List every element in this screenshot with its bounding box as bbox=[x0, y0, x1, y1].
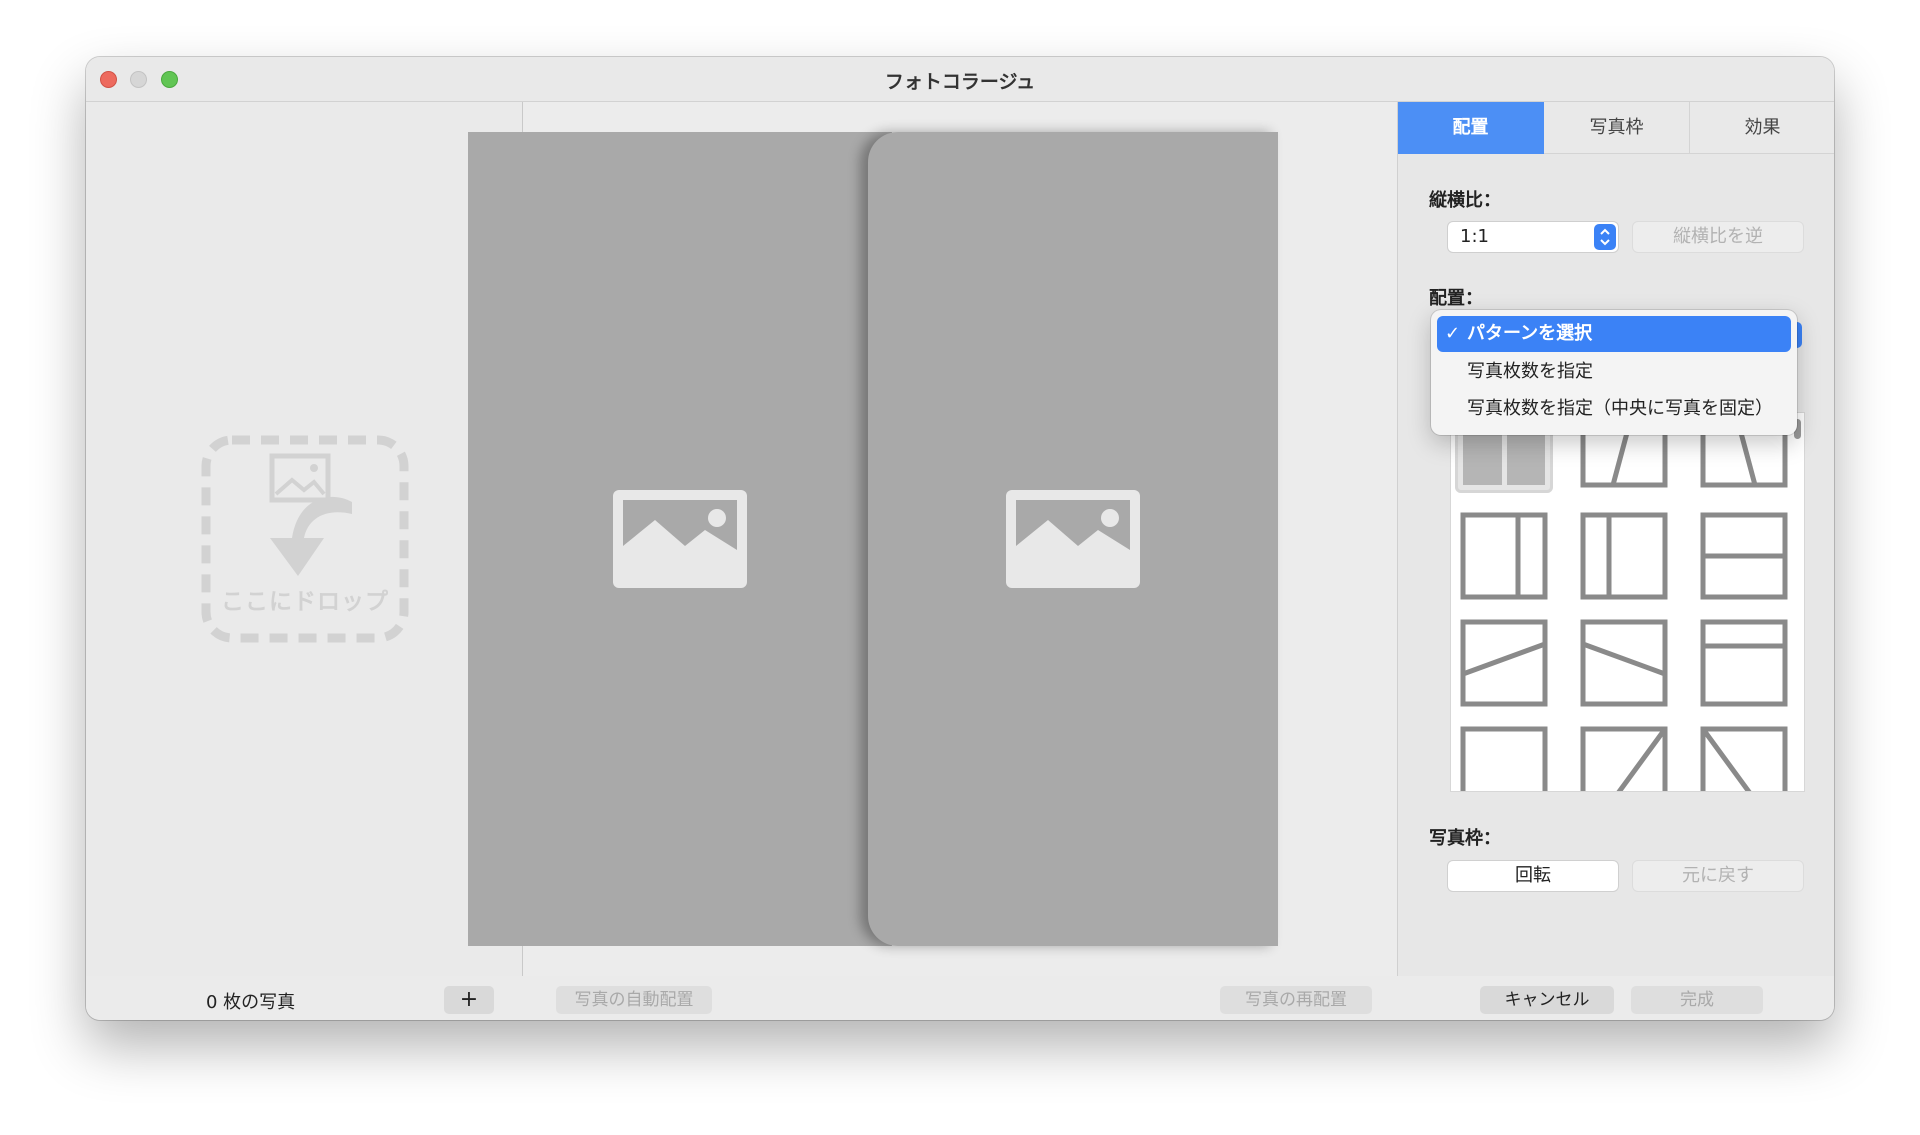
photo-slot-2[interactable] bbox=[868, 132, 1278, 946]
layout-option-photo-count[interactable]: 写真枚数を指定 bbox=[1437, 354, 1791, 390]
done-button[interactable]: 完成 bbox=[1631, 986, 1763, 1014]
pattern-single[interactable] bbox=[1455, 725, 1553, 791]
pattern-slant-down[interactable] bbox=[1575, 618, 1673, 716]
photo-list-panel[interactable]: ここにドロップ bbox=[86, 102, 523, 977]
aspect-select[interactable]: 1:1 bbox=[1447, 221, 1619, 253]
pattern-corner-diagonal-left[interactable] bbox=[1695, 725, 1793, 791]
rearrange-button[interactable]: 写真の再配置 bbox=[1220, 986, 1372, 1014]
layout-label: 配置： bbox=[1429, 288, 1483, 309]
window-title: フォトコラージュ bbox=[884, 71, 1036, 93]
pattern-vertical-right[interactable] bbox=[1455, 511, 1553, 609]
tab-effects[interactable]: 効果 bbox=[1690, 102, 1834, 154]
rotate-button[interactable]: 回転 bbox=[1447, 860, 1619, 892]
title-bar: フォトコラージュ bbox=[86, 57, 1834, 102]
pattern-vertical-left[interactable] bbox=[1575, 511, 1673, 609]
add-photo-button[interactable]: + bbox=[444, 986, 494, 1014]
drop-label: ここにドロップ bbox=[221, 589, 389, 615]
layout-option-label: 写真枚数を指定 bbox=[1467, 361, 1593, 382]
image-placeholder-icon bbox=[613, 490, 747, 588]
cancel-button[interactable]: キャンセル bbox=[1480, 986, 1614, 1014]
layout-option-label: パターンを選択 bbox=[1467, 323, 1593, 344]
frame-label: 写真枠： bbox=[1429, 828, 1501, 849]
settings-tabs: 配置 写真枠 効果 bbox=[1398, 102, 1834, 154]
auto-arrange-button[interactable]: 写真の自動配置 bbox=[556, 986, 712, 1014]
reset-frame-button[interactable]: 元に戻す bbox=[1632, 860, 1804, 892]
photo-count: 0 枚の写真 bbox=[206, 992, 296, 1013]
tab-layout[interactable]: 配置 bbox=[1398, 102, 1544, 154]
tab-frame[interactable]: 写真枠 bbox=[1544, 102, 1690, 154]
pattern-horizontal-top[interactable] bbox=[1695, 618, 1793, 716]
select-stepper-icon bbox=[1594, 224, 1616, 250]
layout-option-pattern[interactable]: ✓ パターンを選択 bbox=[1437, 316, 1791, 352]
drop-zone[interactable]: ここにドロップ bbox=[200, 434, 410, 644]
aspect-label: 縦横比： bbox=[1429, 190, 1501, 211]
pattern-horizontal-middle[interactable] bbox=[1695, 511, 1793, 609]
pattern-grid[interactable] bbox=[1450, 412, 1805, 792]
pattern-corner-diagonal-right[interactable] bbox=[1575, 725, 1673, 791]
aspect-value: 1:1 bbox=[1460, 226, 1489, 247]
layout-dropdown-menu[interactable]: ✓ パターンを選択 写真枚数を指定 写真枚数を指定（中央に写真を固定） bbox=[1431, 310, 1797, 435]
photo-slot-1[interactable] bbox=[468, 132, 892, 946]
bottom-bar: 0 枚の写真 + 写真の自動配置 写真の再配置 キャンセル 完成 bbox=[86, 976, 1834, 1020]
layout-option-photo-count-center[interactable]: 写真枚数を指定（中央に写真を固定） bbox=[1437, 391, 1791, 427]
image-placeholder-icon bbox=[1006, 490, 1140, 588]
pattern-slant-up[interactable] bbox=[1455, 618, 1553, 716]
layout-option-label: 写真枚数を指定（中央に写真を固定） bbox=[1467, 398, 1773, 419]
checkmark-icon: ✓ bbox=[1445, 323, 1461, 344]
reverse-aspect-button[interactable]: 縦横比を逆 bbox=[1632, 221, 1804, 253]
